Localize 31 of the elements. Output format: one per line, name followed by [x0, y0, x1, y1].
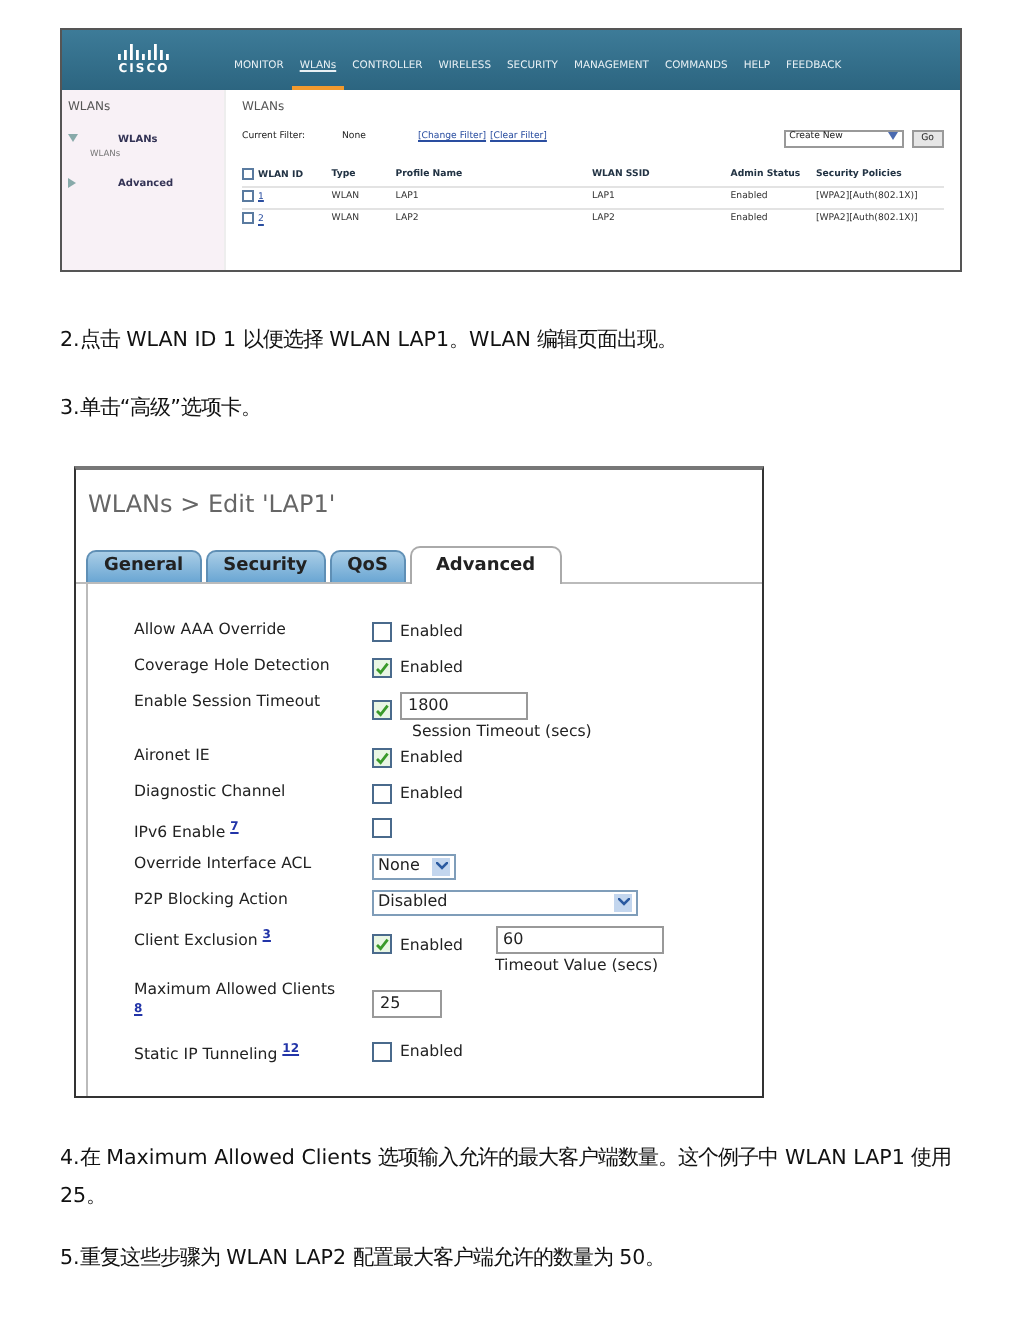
checkbox[interactable]: [372, 1041, 392, 1062]
step-text: 5.重复这些步骤为 WLAN LAP2 配置最大客户端允许的数量为 50。: [60, 1243, 668, 1274]
footnote-link[interactable]: 8: [134, 1001, 143, 1016]
step-text: 3.单击“高级”选项卡。: [60, 394, 263, 425]
step-text: 2.点击 WLAN ID 1 以便选择 WLAN LAP1。WLAN 编辑页面出现。: [60, 326, 680, 356]
checkbox[interactable]: [372, 699, 392, 720]
checkbox[interactable]: [372, 621, 392, 642]
dropdown-arrow-icon: [887, 132, 898, 141]
tab[interactable]: QoS: [329, 549, 406, 582]
row-checkbox[interactable]: [242, 190, 254, 203]
checkbox[interactable]: [372, 933, 392, 954]
checkbox[interactable]: [372, 783, 392, 804]
row-checkbox[interactable]: [242, 212, 254, 225]
input-field[interactable]: 60: [495, 925, 664, 954]
input-field[interactable]: 25: [372, 989, 442, 1018]
footnote-link[interactable]: 12: [282, 1041, 300, 1056]
select-field[interactable]: Disabled: [372, 889, 638, 916]
input-field[interactable]: 1800: [400, 691, 528, 720]
step-text: 4.在 Maximum Allowed Clients 选项输入允许的最大客户端数量。这个例子中 WLAN LAP1 使用 25。: [60, 1143, 954, 1212]
tab[interactable]: General: [86, 549, 202, 582]
breadcrumb-title: WLANs > Edit 'LAP1': [86, 487, 338, 522]
select-all-checkbox[interactable]: [242, 168, 254, 180]
checkbox[interactable]: [372, 817, 392, 838]
footnote-link[interactable]: 3: [262, 927, 271, 942]
select-field[interactable]: None: [372, 853, 456, 880]
checkbox[interactable]: [372, 747, 392, 768]
checkbox[interactable]: [372, 657, 392, 678]
tab[interactable]: Advanced: [409, 545, 562, 584]
logo-bars-icon: [118, 43, 170, 59]
tab[interactable]: Security: [205, 549, 326, 582]
footnote-link[interactable]: 7: [230, 819, 239, 834]
